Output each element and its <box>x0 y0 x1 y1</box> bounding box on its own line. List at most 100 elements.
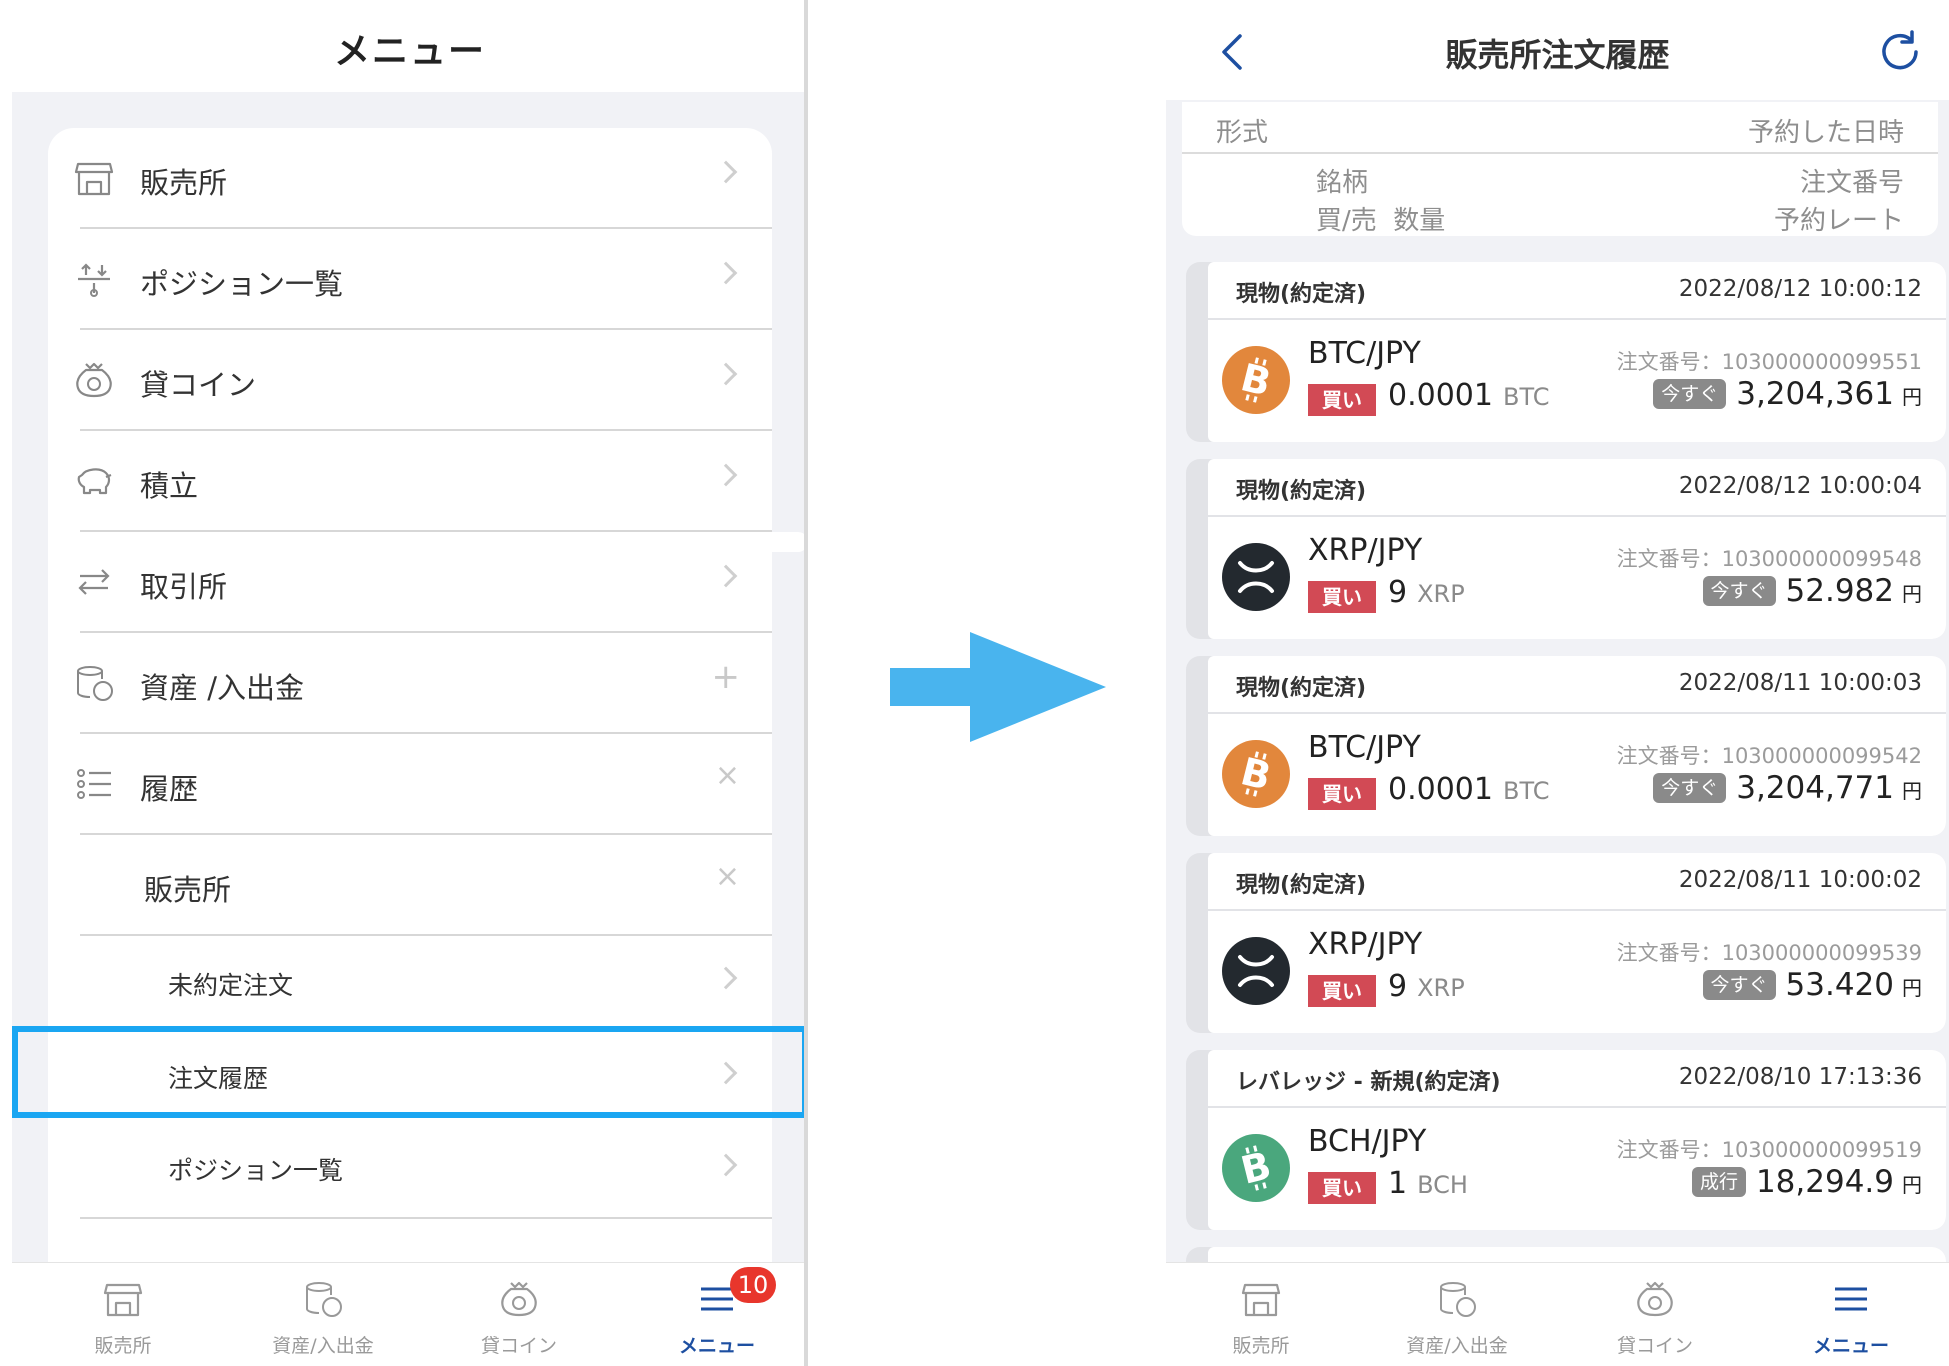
currency-pair: XRP/JPY <box>1308 533 1423 568</box>
order-card-body: 現物(約定済) 2022/08/12 10:00:04 XRP/JPY 買い 9 XRP 注… <box>1208 459 1946 639</box>
order-quantity: 9 XRP <box>1388 969 1465 1004</box>
exchange-icon <box>78 569 110 595</box>
order-rate: 今すぐ 52.982 円 <box>1702 573 1922 609</box>
tab-label: メニュー <box>1812 1335 1889 1357</box>
menu-item-label: 販売所 <box>144 873 232 907</box>
order-type-label: 現物(約定済) <box>1236 676 1367 701</box>
tab-shop[interactable]: 販売所 <box>28 1263 218 1366</box>
menu-item-assets[interactable]: 資産 /入出金 + <box>48 633 772 734</box>
xrp-coin-icon <box>1222 543 1290 611</box>
coins-yen-icon <box>77 666 113 701</box>
tab-assets[interactable]: 資産/入出金 <box>1362 1263 1552 1366</box>
quantity-unit: BTC <box>1502 383 1550 411</box>
notification-badge: 10 <box>730 1267 776 1303</box>
menu-subitem-shop[interactable]: 販売所 × <box>48 835 772 936</box>
coin-bag-icon <box>76 362 112 398</box>
order-rate: 今すぐ 3,204,771 円 <box>1653 770 1922 806</box>
order-datetime: 2022/08/11 10:00:03 <box>1678 670 1922 696</box>
coins-yen-icon <box>306 1282 342 1317</box>
currency-unit: 円 <box>1902 1173 1922 1197</box>
order-datetime: 2022/08/10 17:13:36 <box>1678 1064 1922 1090</box>
tab-assets[interactable]: 資産/入出金 <box>228 1263 418 1366</box>
legend-order-no: 注文番号 <box>1799 168 1904 198</box>
order-rate: 今すぐ 3,204,361 円 <box>1653 376 1922 412</box>
chevron-right-icon <box>714 261 738 285</box>
divider <box>1208 1106 1946 1108</box>
menu-screen: メニュー 販売所 ポジション一覧 貸コイン 積立 取引所 資産 /入出金 + 履… <box>12 0 808 1366</box>
selection-highlight <box>12 1026 804 1118</box>
tab-shop[interactable]: 販売所 <box>1166 1263 1356 1366</box>
hamburger-icon <box>1835 1287 1867 1311</box>
quantity-value: 0.0001 <box>1388 772 1493 807</box>
order-card[interactable]: レバレッジ - 新規(約定済) 2022/08/10 17:13:36 B BCH/J… <box>1186 1050 1946 1230</box>
menu-item-exchange[interactable]: 取引所 <box>48 532 772 633</box>
menu-subitem-open-orders[interactable]: 未約定注文 <box>48 936 772 1027</box>
order-quantity: 9 XRP <box>1388 575 1465 610</box>
tab-bar: 販売所 資産/入出金 貸コイン 10 メニュー <box>12 1262 804 1366</box>
order-datetime: 2022/08/12 10:00:04 <box>1678 473 1922 499</box>
menu-item-lending[interactable]: 貸コイン <box>48 330 772 431</box>
tab-menu[interactable]: 10 メニュー <box>622 1263 804 1366</box>
page-title: メニュー <box>333 31 486 72</box>
tab-label: 資産/入出金 <box>1406 1335 1508 1357</box>
coin-bag-icon <box>501 1281 537 1317</box>
order-card[interactable]: 現物(約定済) 2022/08/11 10:00:02 XRP/JPY 買い 9 XRP 注… <box>1186 853 1946 1033</box>
quantity-unit: XRP <box>1417 974 1465 1002</box>
currency-pair: XRP/JPY <box>1308 927 1423 962</box>
side-badge: 買い <box>1308 1172 1376 1204</box>
menu-subitem-positions[interactable]: ポジション一覧 <box>48 1123 772 1219</box>
quantity-unit: BTC <box>1502 777 1550 805</box>
legend-rate: 予約レート <box>1773 206 1904 236</box>
collapse-icon: × <box>714 859 740 894</box>
shop-icon <box>1241 1283 1281 1317</box>
order-card-body: 現物(約定済) 2022/08/11 10:00:03 B BTC/JPY 買い 0.00… <box>1208 656 1946 836</box>
menu-item-label: 未約定注文 <box>168 971 294 1000</box>
legend-reserved-at: 予約した日時 <box>1747 118 1904 148</box>
tab-bar: 販売所 資産/入出金 貸コイン メニュー <box>1166 1262 1949 1366</box>
expand-icon: + <box>711 657 741 697</box>
quantity-value: 9 <box>1388 969 1408 1004</box>
order-number: 注文番号：103000000099551 <box>1616 350 1922 374</box>
order-card[interactable]: 現物(約定済) 2022/08/11 10:00:03 B BTC/JPY 買い 0.00… <box>1186 656 1946 836</box>
collapse-icon: × <box>714 758 740 793</box>
tab-lending[interactable]: 貸コイン <box>1560 1263 1750 1366</box>
order-quantity: 0.0001 BTC <box>1388 378 1549 413</box>
tab-menu[interactable]: メニュー <box>1756 1263 1946 1366</box>
btc-coin-icon: B <box>1222 346 1290 414</box>
rate-value: 52.982 <box>1785 573 1894 609</box>
rate-value: 53.420 <box>1785 967 1894 1003</box>
menu-item-shop[interactable]: 販売所 <box>48 128 772 229</box>
order-card[interactable]: 現物(約定済) 2022/08/12 10:00:04 XRP/JPY 買い 9 XRP 注… <box>1186 459 1946 639</box>
tab-label: 販売所 <box>1232 1335 1290 1357</box>
menu-item-label: ポジション一覧 <box>168 1156 344 1185</box>
divider <box>1208 318 1946 320</box>
page-title: 販売所注文履歴 <box>1445 36 1670 74</box>
chevron-right-icon <box>714 362 738 386</box>
refresh-icon[interactable] <box>1878 30 1924 74</box>
currency-unit: 円 <box>1902 582 1922 606</box>
order-card-body: 現物(約定済) 2022/08/12 10:00:12 B BTC/JPY 買い 0.00… <box>1208 262 1946 442</box>
order-card-body: レバレッジ - 新規(約定済) 2022/08/10 17:13:36 B BCH/J… <box>1208 1050 1946 1230</box>
tab-lending[interactable]: 貸コイン <box>424 1263 614 1366</box>
menu-item-savings[interactable]: 積立 <box>48 431 772 532</box>
currency-unit: 円 <box>1902 385 1922 409</box>
order-history-screen: 販売所注文履歴 形式 予約した日時 銘柄 注文番号 買/売 数量 予約レート 現… <box>1166 0 1949 1366</box>
order-datetime: 2022/08/12 10:00:12 <box>1678 276 1922 302</box>
menu-item-history[interactable]: 履歴 × <box>48 734 772 835</box>
currency-pair: BTC/JPY <box>1308 336 1421 371</box>
order-rate: 今すぐ 53.420 円 <box>1702 967 1922 1003</box>
tab-label: 貸コイン <box>1616 1335 1693 1357</box>
order-card[interactable]: 現物(約定済) 2022/08/12 10:00:12 B BTC/JPY 買い 0.00… <box>1186 262 1946 442</box>
legend-type: 形式 <box>1216 118 1269 148</box>
arrow-right-icon <box>890 632 1106 742</box>
chevron-right-icon <box>714 1153 738 1177</box>
order-number: 注文番号：103000000099542 <box>1616 744 1922 768</box>
tab-label: メニュー <box>678 1335 755 1357</box>
shop-icon <box>103 1283 143 1317</box>
position-icon <box>78 263 110 297</box>
tab-label: 資産/入出金 <box>272 1335 374 1357</box>
order-quantity: 1 BCH <box>1388 1166 1468 1201</box>
menu-item-positions[interactable]: ポジション一覧 <box>48 229 772 330</box>
currency-unit: 円 <box>1902 779 1922 803</box>
order-type-label: 現物(約定済) <box>1236 479 1367 504</box>
